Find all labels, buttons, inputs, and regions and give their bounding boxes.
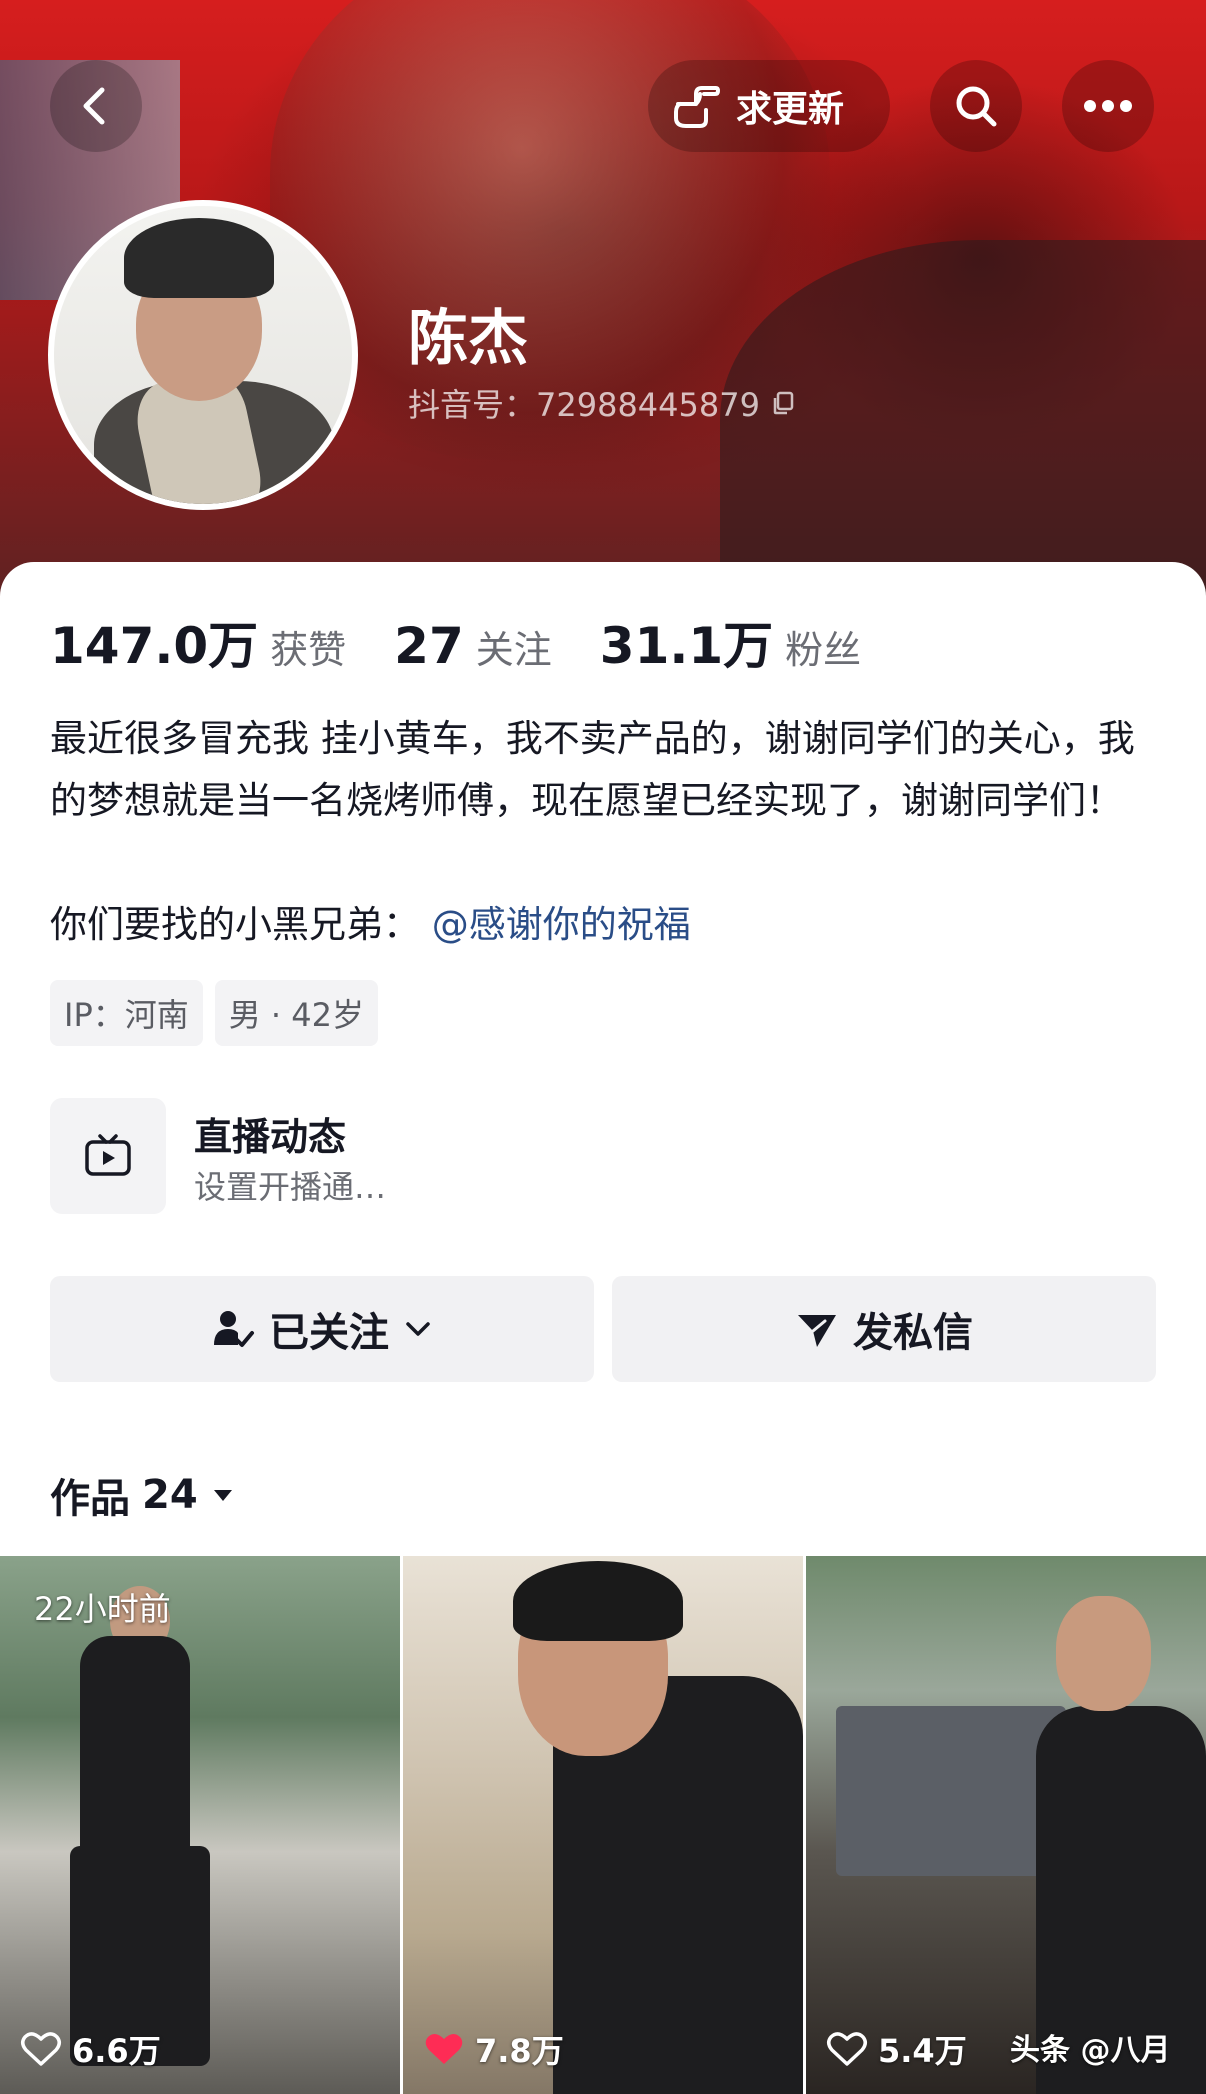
heart-filled-icon	[425, 2033, 463, 2064]
video-thumbnail[interactable]: 7.8万	[403, 1556, 803, 2094]
live-status-entry[interactable]: 直播动态 设置开播通…	[50, 1098, 650, 1218]
stat-following[interactable]: 27 关注	[394, 617, 552, 675]
stat-followers-value: 31.1万	[599, 617, 774, 675]
works-label: 作品	[50, 1476, 130, 1522]
video-likes: 5.4万	[826, 2026, 967, 2072]
video-likes: 7.8万	[423, 2026, 564, 2072]
live-icon-box	[50, 1098, 166, 1214]
more-dots-icon	[1084, 100, 1132, 112]
avatar[interactable]	[48, 200, 358, 510]
tv-play-icon	[85, 1134, 131, 1176]
video-thumbnail[interactable]: 22小时前 6.6万	[0, 1556, 400, 2094]
send-icon	[798, 1315, 836, 1347]
gender-age-tag: 男 · 42岁	[214, 980, 378, 1046]
works-tab[interactable]: 作品 24	[50, 1466, 236, 1524]
heart-outline-icon	[827, 2032, 867, 2066]
more-options-button[interactable]	[1062, 60, 1154, 152]
send-message-label: 发私信	[853, 1310, 973, 1356]
profile-name: 陈杰	[408, 304, 528, 374]
back-button[interactable]	[50, 60, 142, 152]
video-thumbnail[interactable]: 5.4万	[806, 1556, 1206, 2094]
chevron-down-icon	[406, 1322, 430, 1336]
video-figure	[80, 1636, 190, 1856]
bio-text: 最近很多冒充我 挂小黄车，我不卖产品的，谢谢同学们的关心，我的梦想就是当一名烧烤…	[50, 717, 1135, 822]
ip-location-tag: IP：河南	[50, 980, 203, 1046]
stat-followers-label: 粉丝	[785, 628, 862, 672]
send-message-button[interactable]: 发私信	[612, 1276, 1156, 1382]
video-like-count: 7.8万	[475, 2032, 564, 2070]
video-figure	[513, 1561, 683, 1641]
chevron-left-icon	[83, 87, 105, 125]
profile-tags: IP：河南 男 · 42岁	[50, 980, 378, 1046]
user-check-icon	[214, 1311, 254, 1347]
stats-row: 147.0万 获赞 27 关注 31.1万 粉丝	[50, 606, 909, 678]
video-likes: 6.6万	[20, 2026, 161, 2072]
video-time-badge: 22小时前	[34, 1590, 171, 1628]
live-subtitle: 设置开播通…	[194, 1168, 387, 1206]
video-like-count: 5.4万	[878, 2032, 967, 2070]
followed-button[interactable]: 已关注	[50, 1276, 594, 1382]
stat-likes-label: 获赞	[270, 628, 347, 672]
video-like-count: 6.6万	[72, 2032, 161, 2070]
bio-mention-link[interactable]: @感谢你的祝福	[432, 903, 691, 946]
video-figure	[1056, 1596, 1151, 1711]
search-button[interactable]	[930, 60, 1022, 152]
video-grid: 22小时前 6.6万 7.8万 5.4万	[0, 1556, 1206, 2094]
pointing-hand-icon	[674, 86, 720, 128]
bio-mention-line: 你们要找的小黑兄弟： @感谢你的祝福	[50, 894, 691, 956]
request-update-button[interactable]: 求更新	[648, 60, 890, 152]
video-figure	[836, 1706, 1066, 1876]
search-icon	[956, 86, 997, 127]
stat-following-value: 27	[394, 617, 464, 675]
request-update-label: 求更新	[736, 89, 845, 130]
avatar-hair	[124, 218, 274, 298]
bio-mention-prefix: 你们要找的小黑兄弟：	[50, 903, 420, 946]
stat-followers[interactable]: 31.1万 粉丝	[600, 606, 861, 678]
caret-down-icon	[213, 1490, 232, 1501]
stat-likes-value: 147.0万	[50, 617, 259, 675]
followed-label: 已关注	[269, 1310, 389, 1356]
live-title: 直播动态	[194, 1115, 347, 1159]
copy-icon[interactable]	[770, 390, 796, 416]
stat-following-label: 关注	[475, 628, 552, 672]
stat-likes[interactable]: 147.0万 获赞	[50, 606, 346, 678]
douyin-id-text: 抖音号：72988445879	[408, 386, 760, 424]
heart-outline-icon	[21, 2032, 61, 2066]
douyin-id[interactable]: 抖音号：72988445879	[408, 380, 796, 426]
watermark-text: 头条 @八月	[1010, 2033, 1171, 2068]
works-count: 24	[142, 1472, 198, 1518]
